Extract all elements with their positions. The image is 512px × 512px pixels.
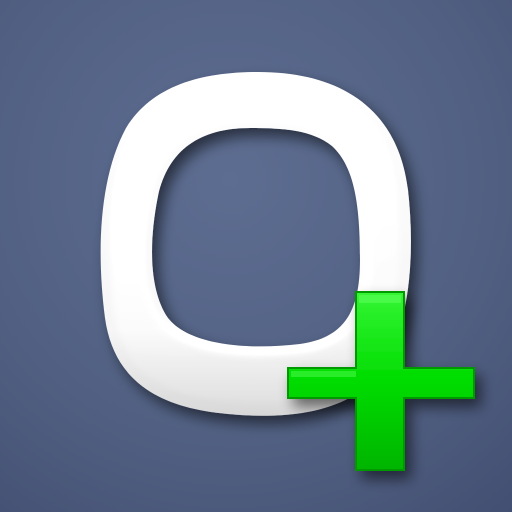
app-icon-graphic: [0, 0, 512, 512]
app-icon: [0, 0, 512, 512]
